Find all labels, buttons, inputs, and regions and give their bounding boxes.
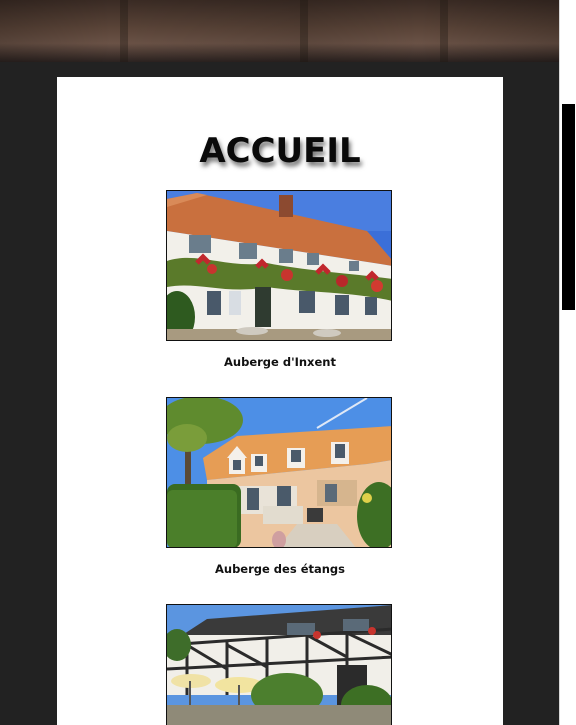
scrollbar-thumb[interactable] [562, 104, 575, 310]
scrollbar[interactable] [559, 0, 576, 725]
header-banner-image [0, 0, 559, 62]
auberge-etangs-photo[interactable] [166, 397, 392, 548]
auberge-inxent-photo[interactable] [166, 190, 392, 341]
auberge-inxent-caption: Auberge d'Inxent [224, 355, 336, 369]
auberge-etangs-caption: Auberge des étangs [214, 562, 346, 576]
page-title: ACCUEIL [199, 131, 361, 171]
auberge-third-photo[interactable] [166, 604, 392, 725]
main-content: ACCUEIL Auberge d'Inxent Auberge des éta… [57, 77, 503, 725]
